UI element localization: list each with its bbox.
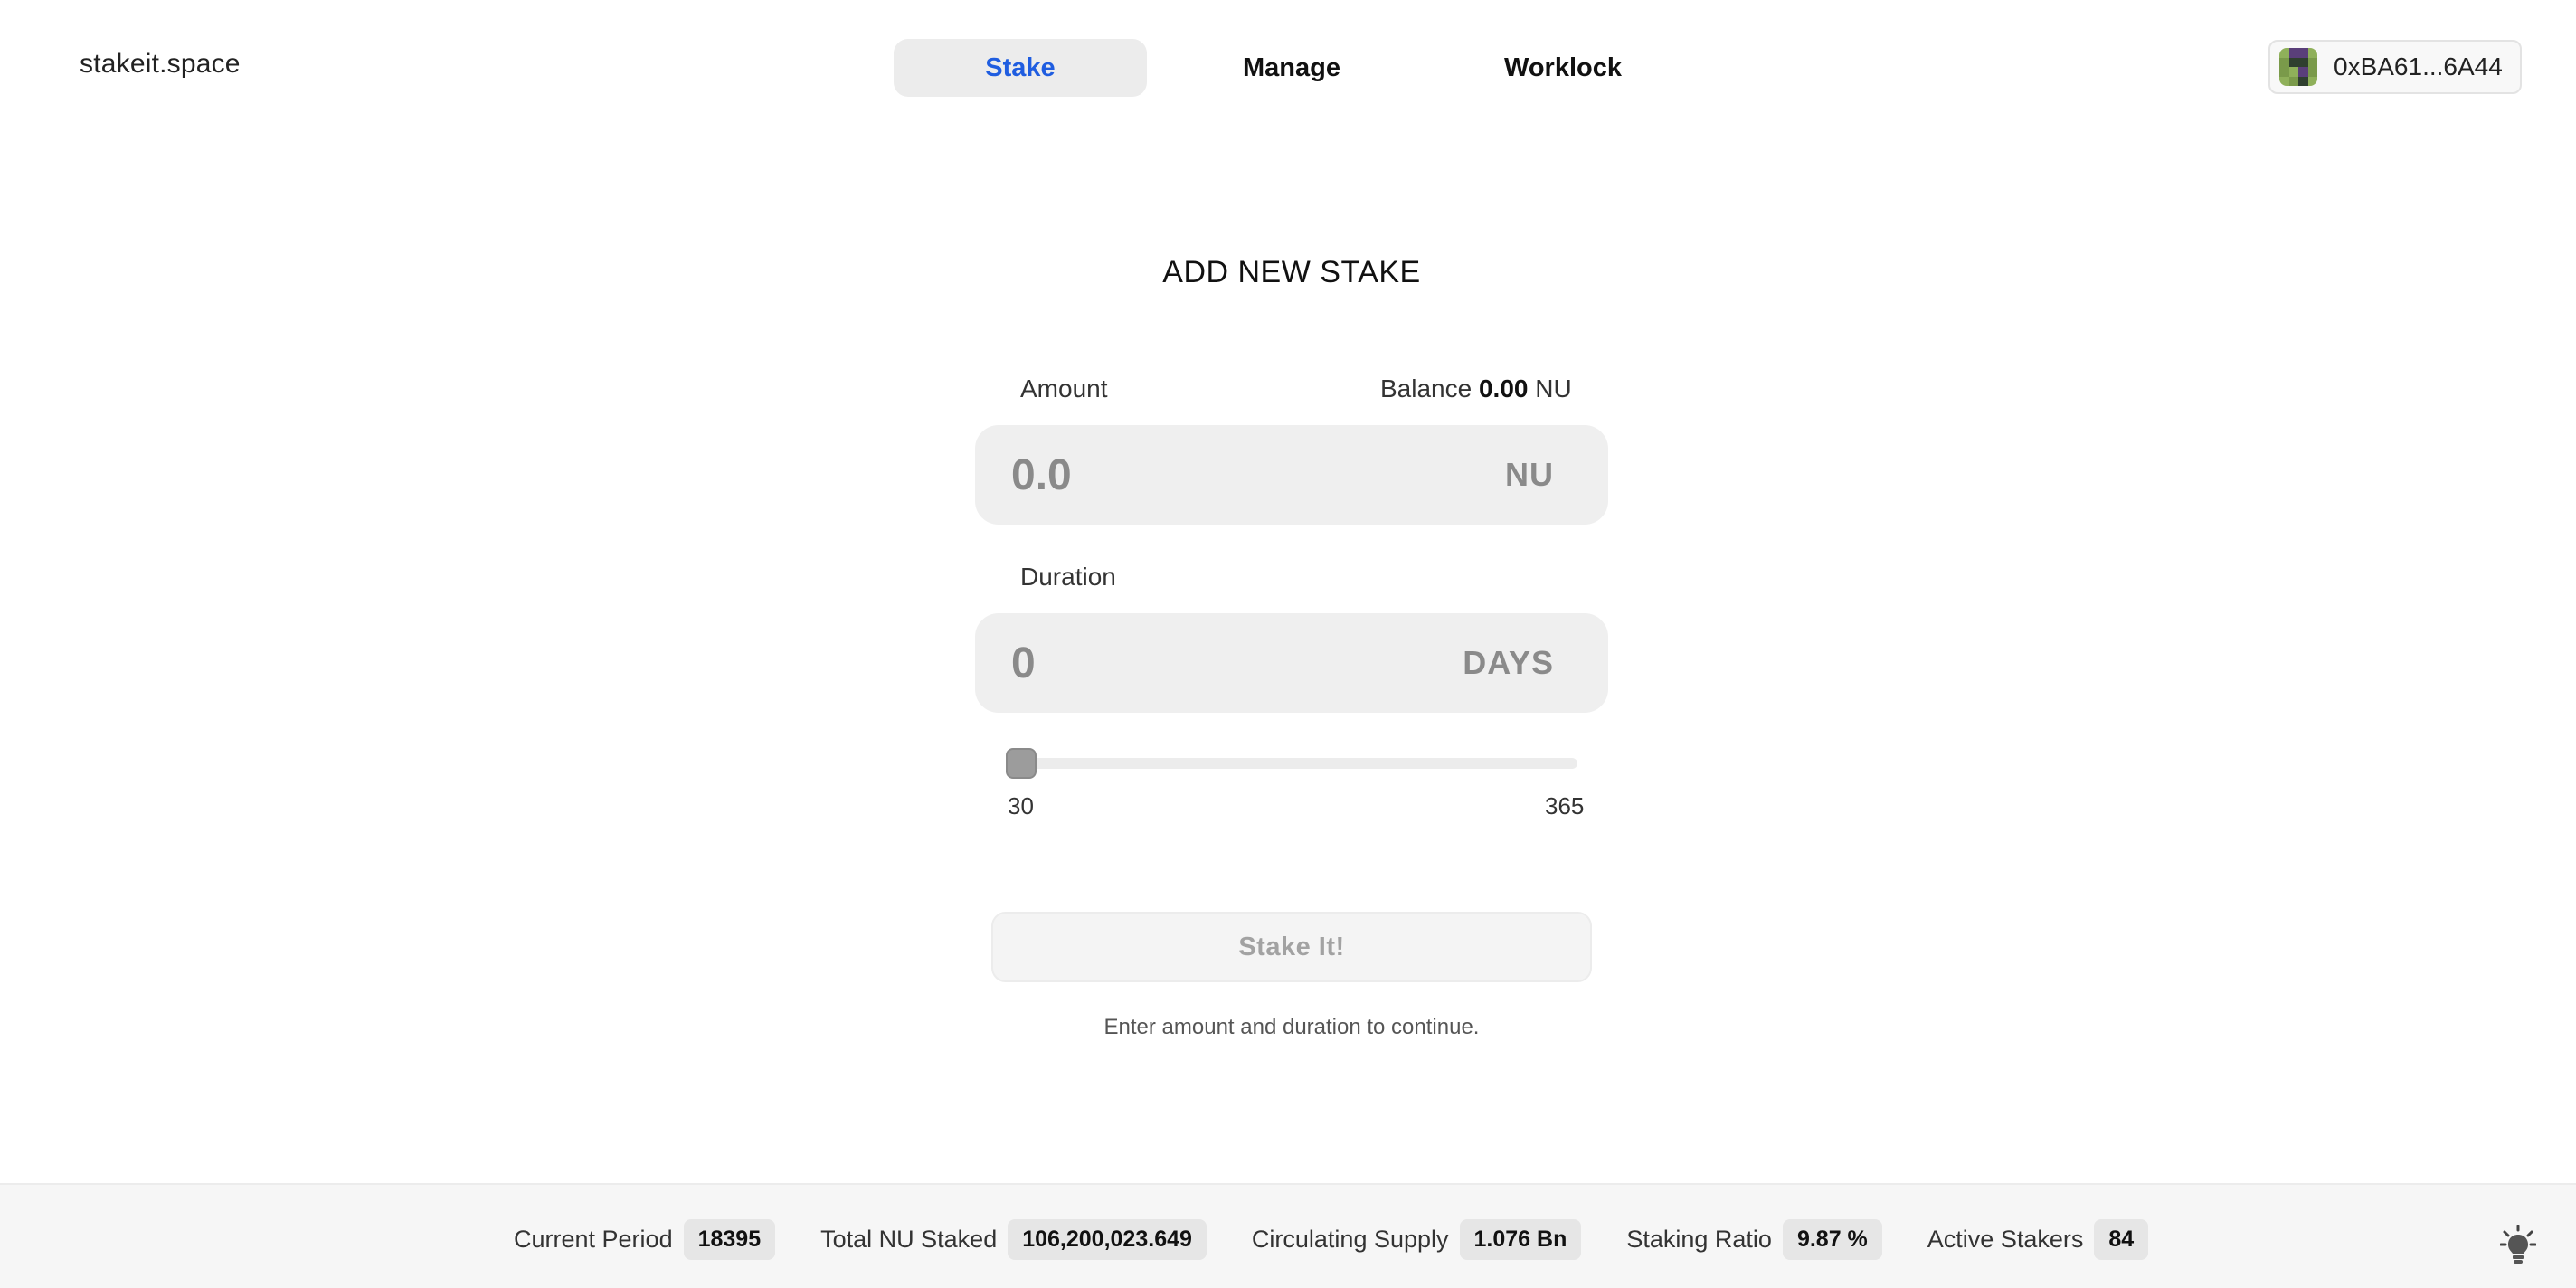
identicon-avatar-icon: [2279, 48, 2317, 86]
wallet-address: 0xBA61...6A44: [2334, 52, 2503, 80]
duration-field: DAYS: [975, 613, 1608, 713]
form-hint: Enter amount and duration to continue.: [1103, 1015, 1480, 1039]
stat-current-period: Current Period 18395: [514, 1218, 776, 1260]
slider-min-label: 30: [1008, 792, 1034, 819]
lightbulb-icon[interactable]: [2499, 1224, 2537, 1266]
top-header: stakeit.space Stake Manage Worklock 0xBA…: [0, 0, 2576, 136]
stat-staking-ratio: Staking Ratio 9.87 %: [1626, 1218, 1882, 1260]
tab-worklock[interactable]: Worklock: [1436, 39, 1690, 97]
stats-footer: Current Period 18395 Total NU Staked 106…: [0, 1183, 2576, 1288]
stat-label: Staking Ratio: [1626, 1225, 1772, 1253]
balance-value: 0.00: [1478, 374, 1529, 402]
stat-value: 84: [2094, 1218, 2149, 1260]
balance-unit: NU: [1535, 374, 1572, 402]
tab-stake[interactable]: Stake: [894, 39, 1147, 97]
duration-slider-thumb[interactable]: [1006, 748, 1037, 779]
app-page: stakeit.space Stake Manage Worklock 0xBA…: [0, 0, 2576, 1288]
amount-label: Amount: [1020, 374, 1108, 402]
form-title: ADD NEW STAKE: [1162, 255, 1421, 289]
main-nav: Stake Manage Worklock: [894, 39, 1690, 97]
stat-active-stakers: Active Stakers 84: [1927, 1218, 2149, 1260]
stat-label: Current Period: [514, 1225, 673, 1253]
stat-total-staked: Total NU Staked 106,200,023.649: [820, 1218, 1207, 1260]
stat-value: 9.87 %: [1782, 1218, 1882, 1260]
stats-bar: Current Period 18395 Total NU Staked 106…: [514, 1217, 2149, 1261]
tab-manage[interactable]: Manage: [1165, 39, 1418, 97]
duration-slider-track[interactable]: [1006, 758, 1577, 769]
site-logo[interactable]: stakeit.space: [80, 49, 241, 80]
stat-label: Active Stakers: [1927, 1225, 2084, 1253]
wallet-button[interactable]: 0xBA61...6A44: [2268, 40, 2522, 94]
stat-label: Total NU Staked: [820, 1225, 998, 1253]
stat-value: 106,200,023.649: [1008, 1218, 1207, 1260]
stat-value: 18395: [683, 1218, 776, 1260]
stat-value: 1.076 Bn: [1459, 1218, 1582, 1260]
amount-unit: NU: [1505, 456, 1554, 493]
duration-label: Duration: [1020, 563, 1116, 591]
amount-field: NU: [975, 425, 1608, 525]
stat-circulating-supply: Circulating Supply 1.076 Bn: [1251, 1218, 1582, 1260]
duration-unit: DAYS: [1463, 644, 1554, 681]
amount-input[interactable]: [1011, 450, 1373, 500]
balance-display: Balance 0.00 NU: [1380, 374, 1572, 403]
balance-label: Balance: [1380, 374, 1473, 402]
duration-input[interactable]: [1011, 638, 1373, 688]
stat-label: Circulating Supply: [1251, 1225, 1449, 1253]
slider-max-label: 365: [1545, 792, 1585, 819]
stake-it-button[interactable]: Stake It!: [991, 912, 1592, 982]
